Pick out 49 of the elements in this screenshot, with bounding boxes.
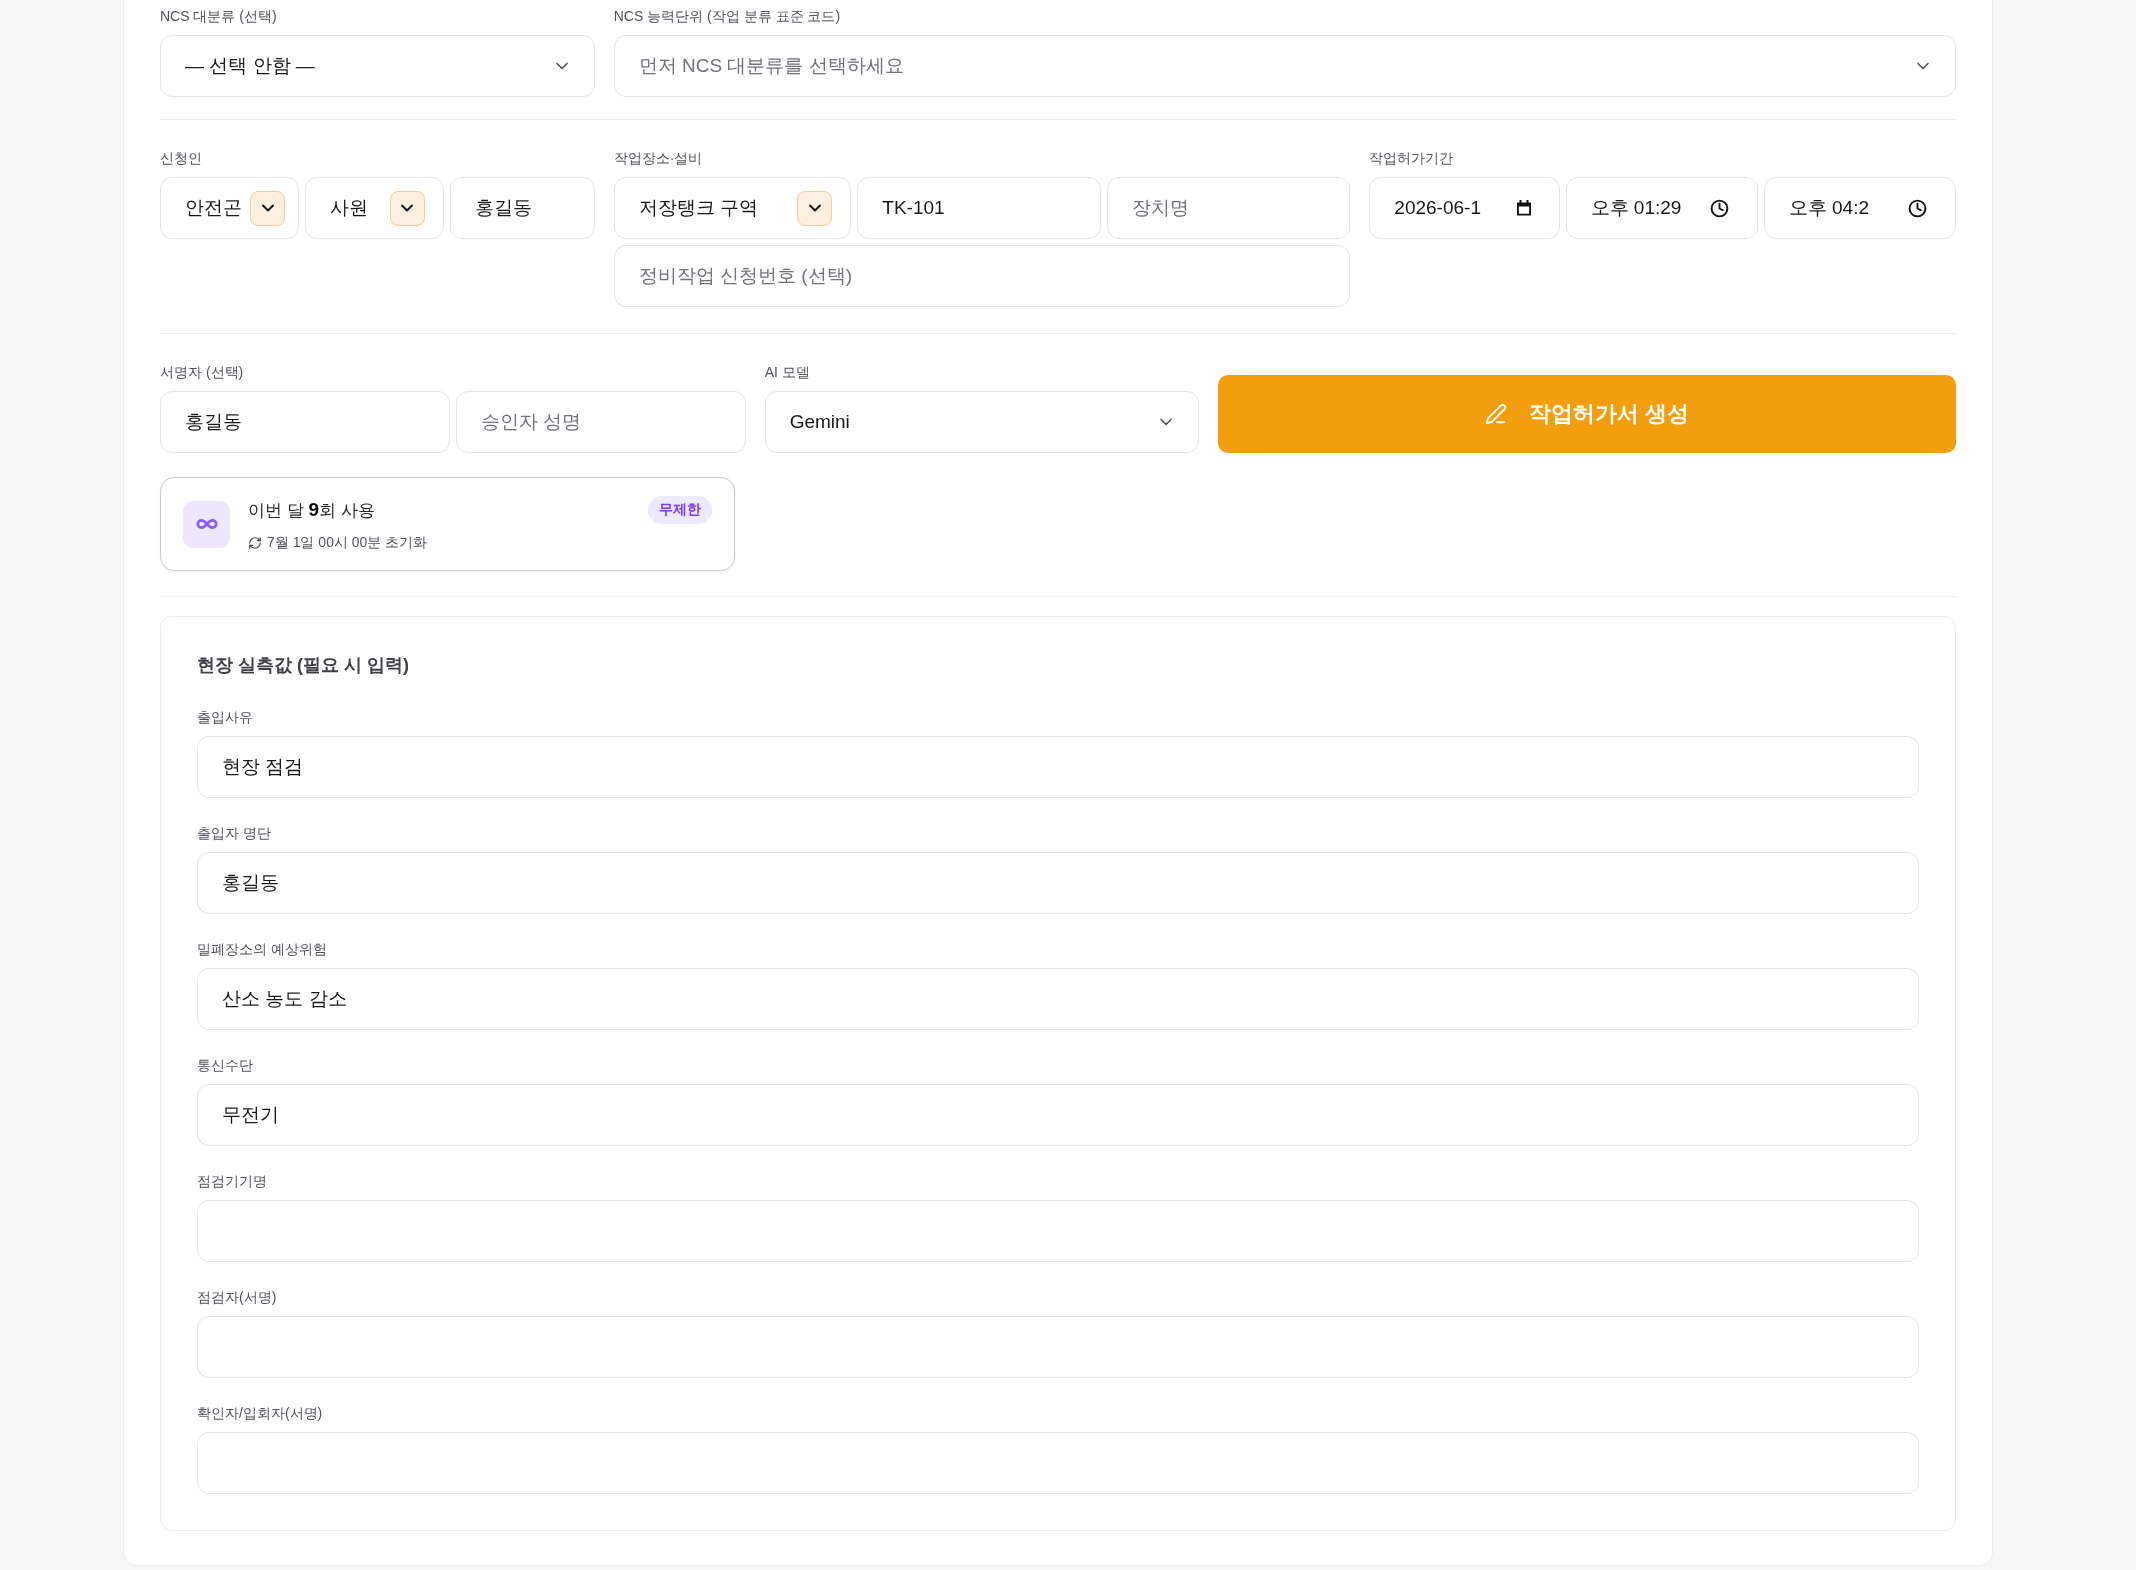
field-label: 출입사유: [197, 709, 253, 726]
refresh-icon: [248, 536, 262, 550]
input-field[interactable]: 정비작업 신청번호 (선택): [613, 245, 1351, 307]
time-field[interactable]: 오후 04:2: [1763, 177, 1956, 239]
dropdown-field[interactable]: Gemini: [764, 391, 1200, 453]
input-field[interactable]: [197, 1316, 1919, 1378]
infinity-icon: [183, 500, 230, 548]
field-label: NCS 대분류 (선택): [160, 8, 277, 25]
field-label: 서명자 (선택): [160, 364, 244, 381]
usage-count: 이번 달 9회 사용: [248, 498, 375, 522]
dropdown-field[interactable]: — 선택 안함 —: [160, 35, 595, 97]
field-label: 작업허가기간: [1369, 150, 1454, 167]
field-label: 출입자 명단: [197, 825, 271, 842]
input-field[interactable]: [197, 1432, 1919, 1494]
field-label: 작업장소·설비: [613, 150, 703, 167]
calendar-icon: [1514, 199, 1533, 217]
reset-time: 7월 1일 00시 00분 초기화: [267, 534, 428, 552]
section-title: 현장 실측값 (필요 시 입력): [197, 654, 409, 677]
input-field[interactable]: [197, 1200, 1919, 1262]
input-field[interactable]: TK-101: [857, 177, 1101, 239]
dropdown-field[interactable]: 먼저 NCS 대분류를 선택하세요: [613, 35, 1956, 97]
select-field[interactable]: 저장탱크 구역: [613, 177, 852, 239]
input-field[interactable]: 현장 점검: [197, 736, 1919, 798]
field-label: 통신수단: [197, 1057, 253, 1074]
field-label: 신청인: [160, 150, 202, 167]
input-field[interactable]: 산소 농도 감소: [197, 968, 1919, 1030]
field-label: AI 모델: [764, 364, 810, 381]
field-label: 밀폐장소의 예상위험: [197, 941, 327, 958]
field-label: 점검기기명: [197, 1173, 267, 1190]
input-field[interactable]: 승인자 성명: [455, 391, 746, 453]
input-field[interactable]: 홍길동: [197, 852, 1919, 914]
select-field[interactable]: 사원: [304, 177, 444, 239]
input-field[interactable]: 장치명: [1106, 177, 1351, 239]
clock-icon: [1908, 198, 1927, 218]
input-field[interactable]: 홍길동: [160, 391, 450, 453]
time-field[interactable]: 오후 01:29: [1565, 177, 1758, 239]
pencil-icon: [1485, 403, 1508, 425]
select-field[interactable]: 안전곤: [160, 177, 299, 239]
chevron-icon: [250, 190, 285, 226]
clock-icon: [1709, 198, 1729, 218]
field-label: NCS 능력단위 (작업 분류 표준 코드): [613, 8, 841, 25]
chevron-icon: [797, 190, 833, 226]
field-label: 확인자/입회자(서명): [197, 1405, 323, 1422]
chevron-icon: [389, 190, 425, 226]
field-label: 점검자(서명): [197, 1289, 277, 1306]
input-field[interactable]: 무전기: [197, 1084, 1919, 1146]
plan-badge: 무제한: [648, 496, 712, 524]
input-field[interactable]: 홍길동: [449, 177, 595, 239]
date-field[interactable]: 2026-06-1: [1369, 177, 1560, 239]
